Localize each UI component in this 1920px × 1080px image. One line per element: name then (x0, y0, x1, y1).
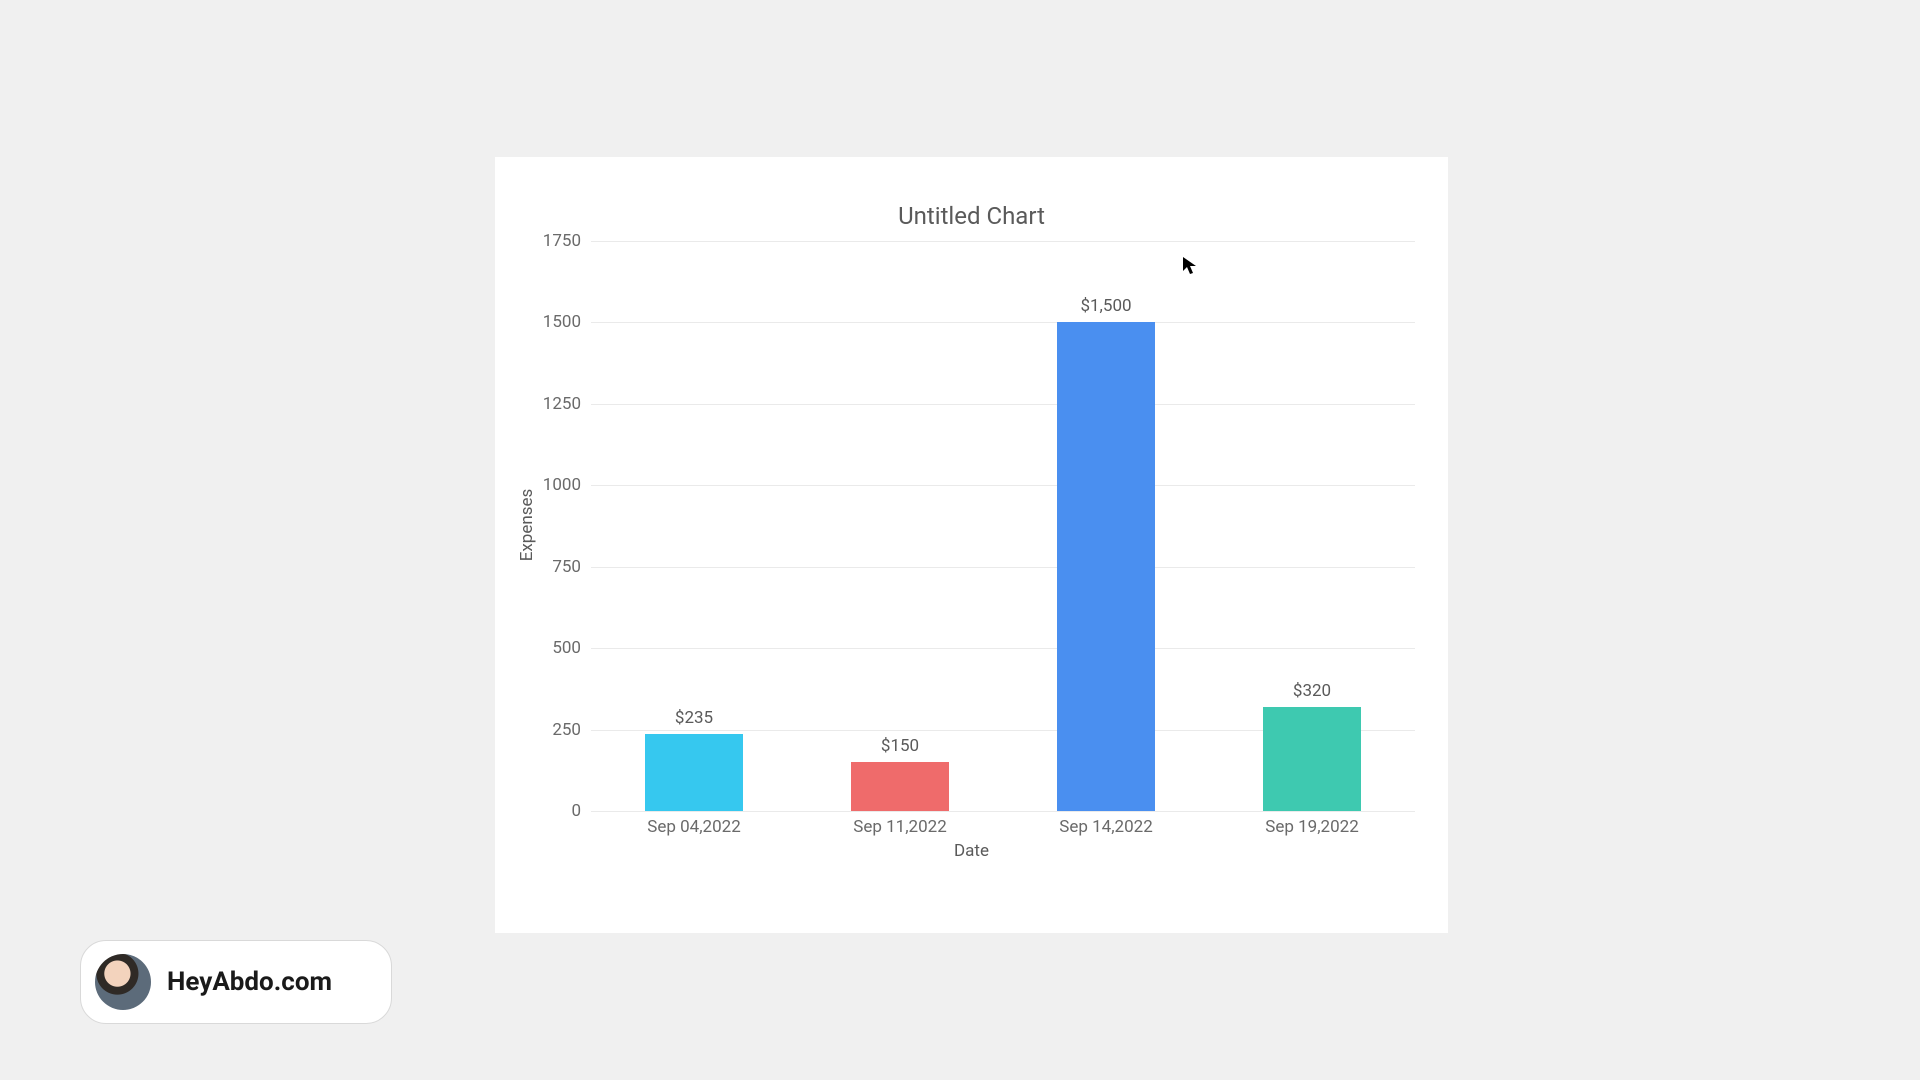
bar[interactable]: $150 (851, 762, 949, 811)
x-tick-label: Sep 14,2022 (1059, 817, 1153, 837)
brand-pill[interactable]: HeyAbdo.com (80, 940, 392, 1024)
x-tick-label: Sep 04,2022 (647, 817, 741, 837)
x-axis-label: Date (495, 841, 1448, 861)
gridline (591, 322, 1415, 323)
gridline (591, 811, 1415, 812)
gridline (591, 241, 1415, 242)
chart-title: Untitled Chart (495, 202, 1448, 230)
y-tick-label: 750 (552, 557, 581, 577)
gridline (591, 485, 1415, 486)
y-axis-label: Expenses (517, 489, 537, 562)
bar[interactable]: $235 (645, 734, 743, 811)
y-tick-label: 1750 (543, 231, 581, 251)
x-tick-label: Sep 11,2022 (853, 817, 947, 837)
plot-area: 02505007501000125015001750$235$150$1,500… (591, 241, 1415, 811)
bar[interactable]: $1,500 (1057, 322, 1155, 811)
x-tick-label: Sep 19,2022 (1265, 817, 1359, 837)
bar-value-label: $150 (881, 736, 919, 756)
bar-value-label: $235 (675, 708, 713, 728)
y-tick-label: 250 (552, 720, 581, 740)
brand-label: HeyAbdo.com (167, 967, 332, 997)
bar-value-label: $1,500 (1080, 296, 1131, 316)
gridline (591, 648, 1415, 649)
y-tick-label: 1000 (543, 475, 581, 495)
bar-value-label: $320 (1293, 681, 1331, 701)
y-tick-label: 1500 (543, 312, 581, 332)
y-tick-label: 1250 (543, 394, 581, 414)
y-tick-label: 500 (552, 638, 581, 658)
avatar (95, 954, 151, 1010)
gridline (591, 567, 1415, 568)
chart-card: Untitled Chart Expenses 0 250 500 750 1000 12… (495, 157, 1448, 933)
bar[interactable]: $320 (1263, 707, 1361, 811)
y-tick-label: 0 (571, 801, 581, 821)
gridline (591, 404, 1415, 405)
